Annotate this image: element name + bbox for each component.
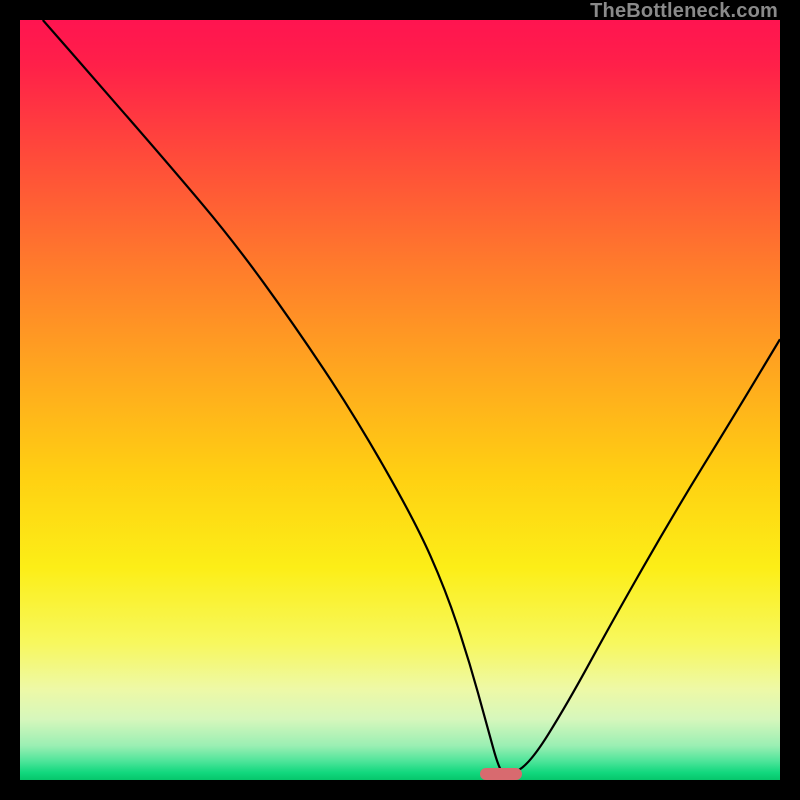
watermark-text: TheBottleneck.com <box>590 0 778 23</box>
bottleneck-curve <box>20 20 780 780</box>
optimal-range-marker <box>480 768 522 780</box>
chart-frame: TheBottleneck.com <box>0 0 800 800</box>
plot-area <box>20 20 780 780</box>
